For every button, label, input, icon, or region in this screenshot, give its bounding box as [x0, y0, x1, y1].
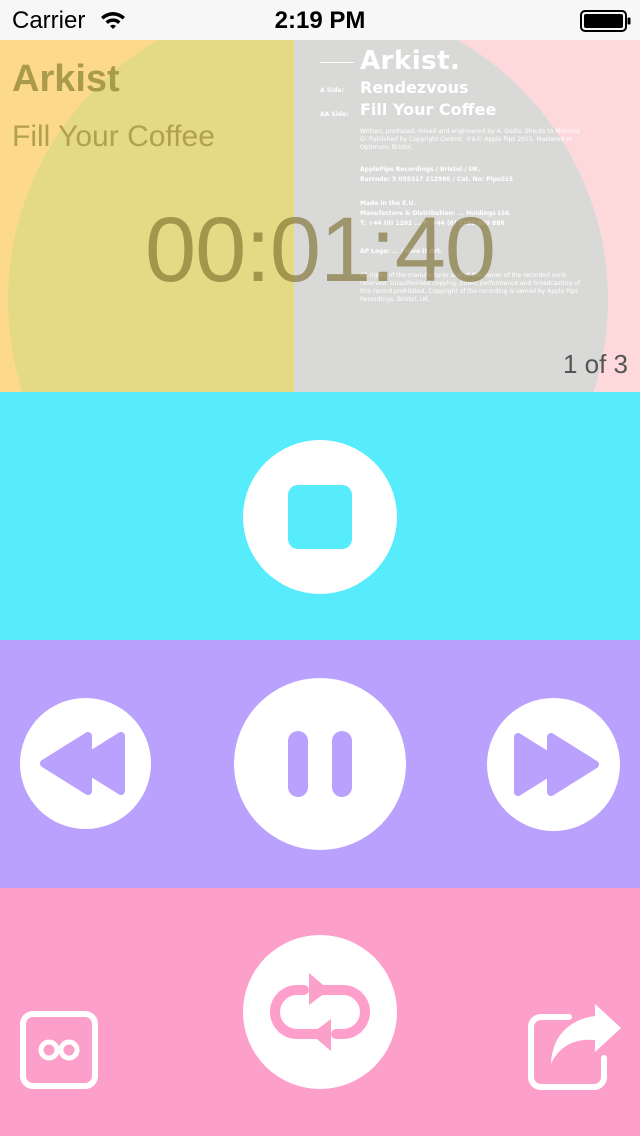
battery-icon	[580, 10, 632, 37]
repeat-icon	[270, 973, 370, 1051]
options-panel	[0, 888, 640, 1136]
sleeve-divider	[320, 62, 354, 63]
transport-panel	[0, 640, 640, 888]
sleeve-aa-side-title: Fill Your Coffee	[360, 100, 497, 119]
infinity-icon	[20, 1011, 98, 1089]
elapsed-time: 00:01:40	[144, 199, 496, 301]
share-button[interactable]	[525, 1000, 625, 1092]
status-time: 2:19 PM	[274, 7, 366, 34]
track-title: Fill Your Coffee	[12, 120, 215, 153]
pause-button[interactable]	[234, 678, 406, 850]
stop-button[interactable]	[243, 440, 397, 594]
share-icon	[528, 1004, 621, 1090]
pause-icon	[288, 731, 352, 797]
status-bar: Carrier 2:19 PM	[0, 0, 640, 40]
album-artwork[interactable]: Arkist. A Side: Rendezvous AA Side: Fill…	[0, 40, 640, 392]
sleeve-a-side-label: A Side:	[320, 87, 344, 94]
sleeve-barcode: Barcode: 5 055317 212986 / Cat. No: Pips…	[360, 176, 514, 183]
wifi-icon	[100, 10, 126, 35]
rewind-button[interactable]	[20, 698, 151, 829]
track-position: 1 of 3	[562, 349, 628, 379]
fast-forward-button[interactable]	[487, 698, 620, 831]
sleeve-a-side-title: Rendezvous	[360, 78, 469, 97]
loop-toggle-button[interactable]	[20, 1011, 98, 1089]
carrier-label: Carrier	[12, 7, 86, 34]
stop-panel	[0, 392, 640, 640]
sleeve-label-line: ApplePips Recordings / Bristol / UK.	[360, 166, 481, 173]
rewind-icon	[40, 732, 125, 795]
sleeve-aa-side-label: AA Side:	[320, 111, 349, 118]
sleeve-logo: Arkist.	[360, 46, 461, 76]
repeat-button[interactable]	[243, 935, 397, 1089]
sleeve-credits: Written, produced, mixed and engineered …	[360, 128, 580, 151]
track-artist: Arkist	[12, 58, 120, 100]
fast-forward-icon	[514, 733, 599, 796]
stop-icon	[288, 485, 352, 549]
